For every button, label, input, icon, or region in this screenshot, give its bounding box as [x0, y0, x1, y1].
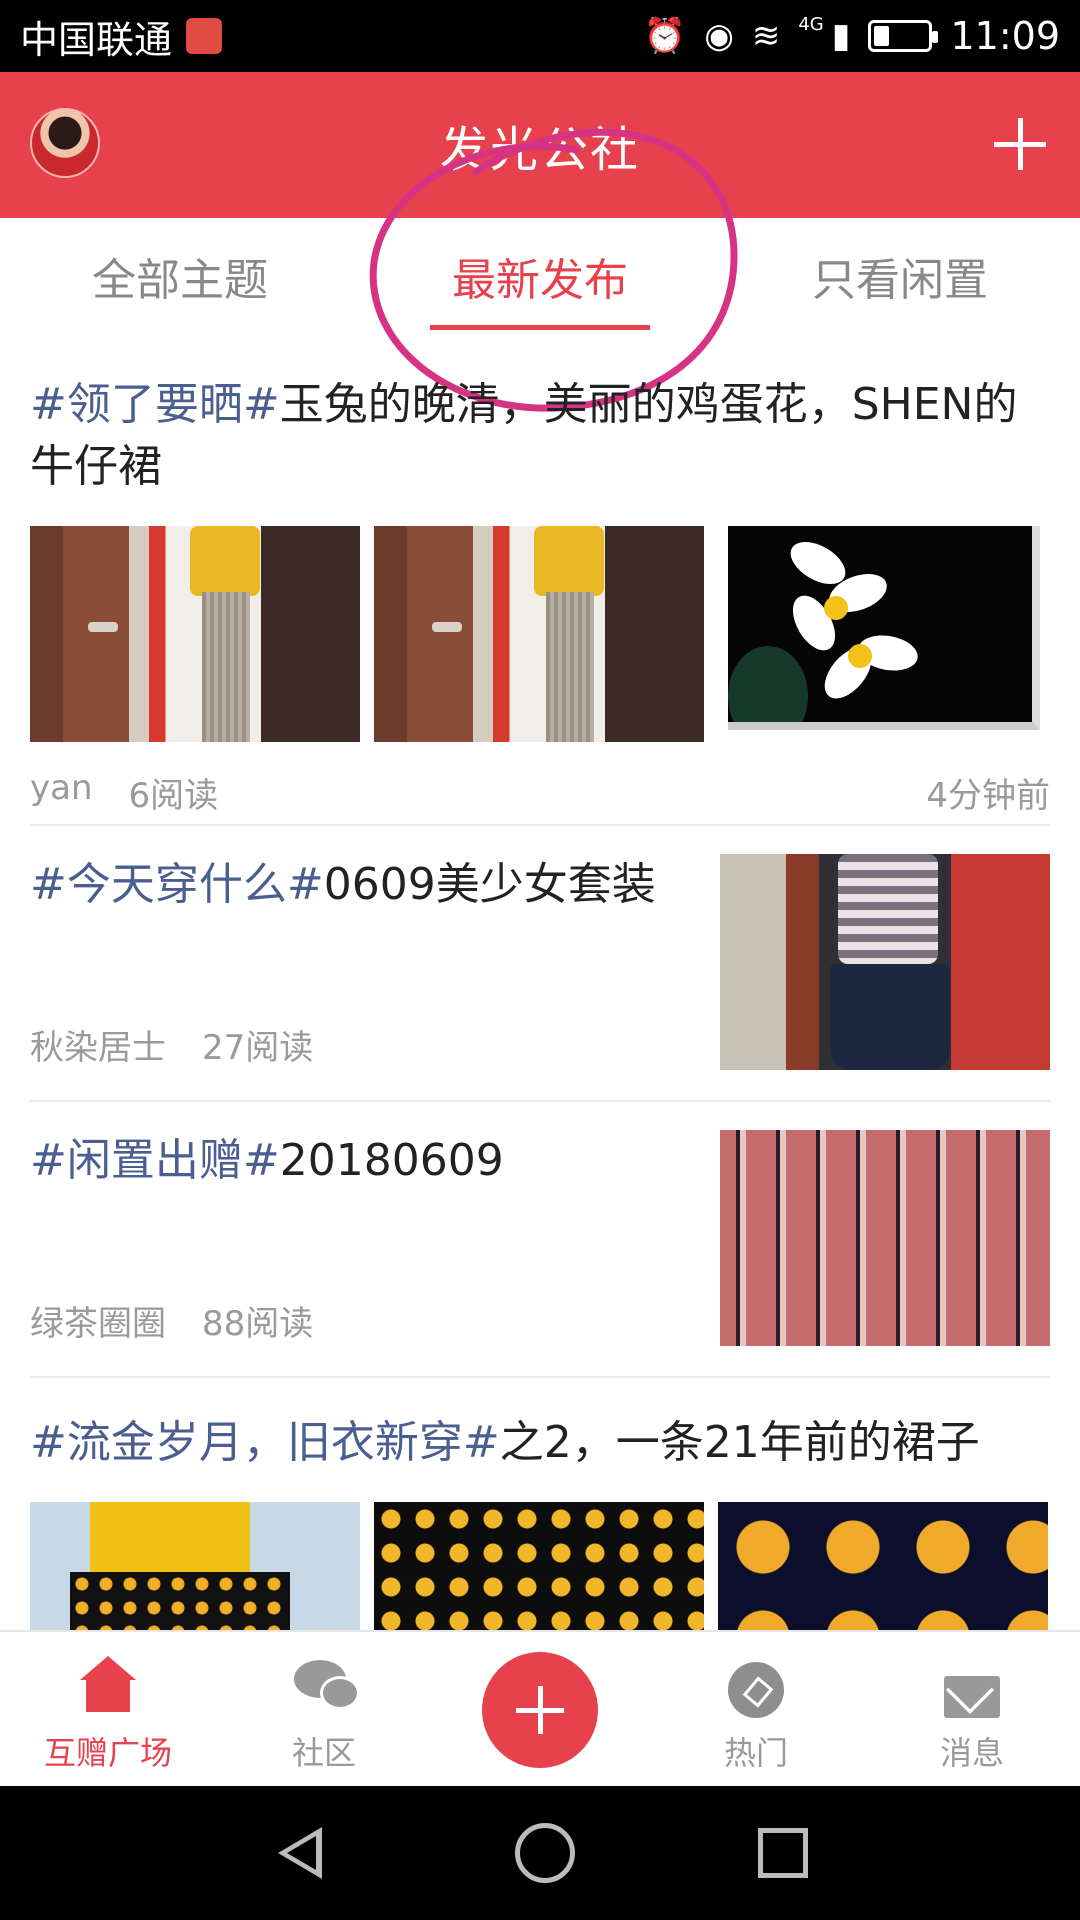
status-icons: ⏰ ◉ ≋ 4G ▮ 11:09: [643, 13, 1060, 59]
view-count: 6阅读: [128, 776, 219, 816]
network-type: 4G: [798, 13, 824, 35]
post-title[interactable]: #今天穿什么#0609美少女套装: [30, 854, 710, 916]
alarm-icon: ⏰: [643, 16, 687, 56]
post-image[interactable]: [30, 526, 360, 742]
nav-item-community[interactable]: 社区: [216, 1632, 432, 1786]
post-image[interactable]: [718, 1502, 1048, 1632]
status-bar: 中国联通 ⏰ ◉ ≋ 4G ▮ 11:09: [0, 0, 1080, 72]
post-image[interactable]: [720, 1130, 1050, 1346]
figure-shirt: [534, 526, 604, 596]
avatar[interactable]: [30, 108, 100, 178]
figure-trousers: [202, 592, 250, 742]
mail-icon: [944, 1676, 1000, 1718]
topic-tag[interactable]: #流金岁月，旧衣新穿#: [30, 1417, 500, 1468]
post-title-text: 0609美少女套装: [323, 859, 656, 910]
post-title[interactable]: #闲置出赠#20180609: [30, 1130, 710, 1192]
figure-skirt: [830, 964, 950, 1070]
topic-tag[interactable]: #闲置出赠#: [30, 1135, 280, 1186]
post-title-text: 20180609: [279, 1135, 504, 1186]
thumbnail-row: [30, 1502, 1050, 1632]
thumbnail-row: [30, 526, 1050, 742]
carrier-name: 中国联通: [20, 17, 173, 62]
post-image[interactable]: [30, 1502, 360, 1632]
list-item[interactable]: #闲置出赠#20180609 绿茶圈圈 88阅读: [30, 1102, 1050, 1378]
view-count: 88阅读: [202, 1304, 314, 1344]
nav-label: 社区: [291, 1734, 356, 1772]
app-header: 发光公社: [0, 72, 1080, 218]
battery-icon: [868, 20, 939, 52]
app-screen: 中国联通 ⏰ ◉ ≋ 4G ▮ 11:09 发光公社 全部主题 最新发布 只看闲…: [0, 0, 1080, 1920]
page-title: 发光公社: [439, 122, 640, 178]
nav-label: 互赠广场: [43, 1734, 172, 1772]
eye-comfort-icon: ◉: [704, 16, 734, 56]
door-knob: [88, 622, 118, 632]
post-image[interactable]: [720, 854, 1050, 1070]
author-name[interactable]: 绿茶圈圈: [30, 1296, 166, 1345]
list-item[interactable]: #领了要晒#玉兔的晚清，美丽的鸡蛋花，SHEN的牛仔裙 yan 6阅读 4分钟前: [30, 344, 1050, 826]
home-icon: [76, 1654, 140, 1718]
view-count: 27阅读: [202, 1028, 314, 1068]
figure-shirt: [190, 526, 260, 596]
post-title[interactable]: #流金岁月，旧衣新穿#之2，一条21年前的裙子: [30, 1412, 1050, 1474]
nav-item-gift-square[interactable]: 互赠广场: [0, 1632, 216, 1786]
garment-top: [90, 1502, 250, 1572]
list-item[interactable]: #流金岁月，旧衣新穿#之2，一条21年前的裙子: [30, 1378, 1050, 1632]
post-image[interactable]: [728, 526, 1040, 730]
tab-latest[interactable]: 最新发布: [360, 218, 720, 344]
topic-tag[interactable]: #领了要晒#: [30, 379, 280, 430]
figure-trousers: [546, 592, 594, 742]
add-icon[interactable]: [990, 114, 1050, 174]
post-title-text: 之2，一条21年前的裙子: [499, 1417, 980, 1468]
author-name[interactable]: 秋染居士: [30, 1020, 166, 1069]
figure-shirt: [838, 854, 938, 964]
wifi-icon: ≋: [751, 16, 781, 56]
leaf-shape: [728, 646, 808, 722]
flower-core: [824, 596, 848, 620]
nav-item-messages[interactable]: 消息: [864, 1632, 1080, 1786]
notification-icon: [186, 18, 223, 54]
door-knob: [432, 622, 462, 632]
author-name[interactable]: yan: [30, 768, 93, 817]
post-image[interactable]: [374, 1502, 704, 1632]
flower-core: [848, 644, 872, 668]
tab-bar: 全部主题 最新发布 只看闲置: [0, 218, 1080, 344]
post-feed: #领了要晒#玉兔的晚清，美丽的鸡蛋花，SHEN的牛仔裙 yan 6阅读 4分钟前…: [30, 344, 1050, 1632]
back-nav-icon[interactable]: [272, 1823, 332, 1883]
post-meta: yan 6阅读 4分钟前: [30, 768, 1050, 817]
tab-all-topics[interactable]: 全部主题: [0, 218, 360, 344]
compass-icon: [728, 1662, 784, 1718]
nav-item-hot[interactable]: 热门: [648, 1632, 864, 1786]
garment-skirt: [70, 1572, 290, 1632]
clock: 11:09: [950, 14, 1060, 58]
tab-idle-only[interactable]: 只看闲置: [720, 218, 1080, 344]
recent-apps-icon[interactable]: [758, 1828, 809, 1878]
post-time: 4分钟前: [926, 776, 1050, 816]
post-meta: 绿茶圈圈 88阅读: [30, 1296, 313, 1345]
publish-fab[interactable]: [482, 1652, 598, 1768]
list-item[interactable]: #今天穿什么#0609美少女套装 秋染居士 27阅读: [30, 826, 1050, 1102]
post-title[interactable]: #领了要晒#玉兔的晚清，美丽的鸡蛋花，SHEN的牛仔裙: [30, 374, 1050, 498]
nav-label: 消息: [939, 1734, 1004, 1772]
chat-icon: [292, 1654, 360, 1718]
post-meta: 秋染居士 27阅读: [30, 1020, 313, 1069]
battery-level: [874, 26, 890, 46]
nav-label: 热门: [723, 1734, 788, 1772]
signal-icon: ▮: [831, 16, 851, 56]
home-nav-icon[interactable]: [514, 1823, 575, 1883]
post-image[interactable]: [374, 526, 704, 742]
topic-tag[interactable]: #今天穿什么#: [30, 859, 324, 910]
system-nav-bar: [0, 1786, 1080, 1920]
